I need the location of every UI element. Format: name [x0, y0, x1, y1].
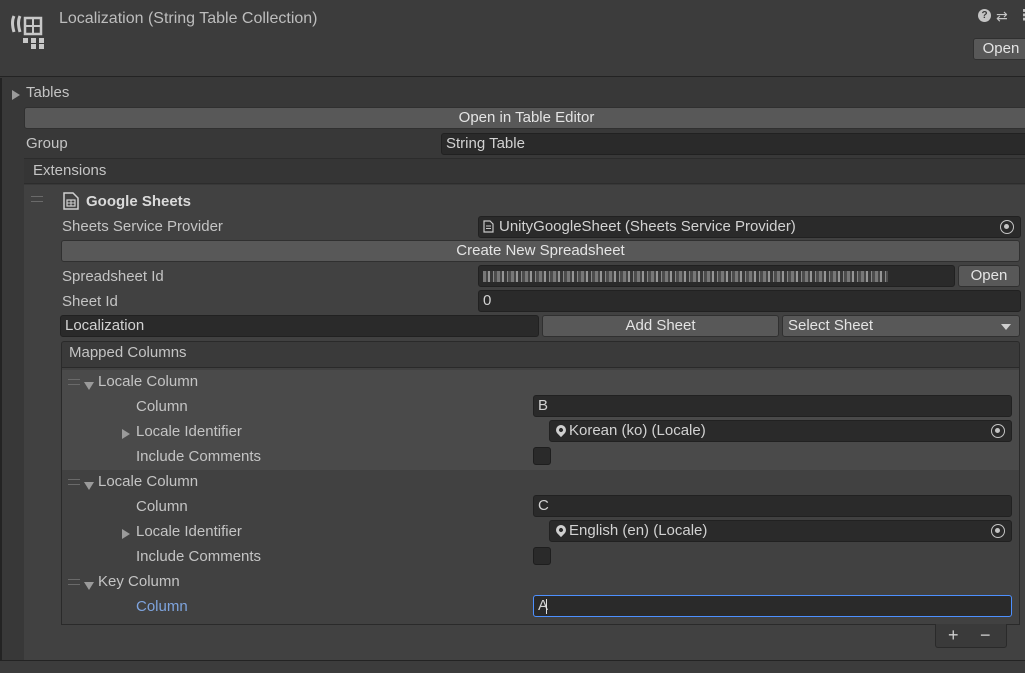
locale-identifier-label[interactable]: Locale Identifier — [136, 522, 242, 542]
object-picker-icon[interactable] — [1000, 220, 1014, 234]
include-comments-checkbox[interactable] — [533, 547, 551, 565]
google-sheets-icon — [63, 192, 79, 210]
column-label: Column — [136, 498, 188, 515]
spreadsheet-open-button[interactable]: Open — [958, 265, 1020, 287]
mapped-columns-header — [61, 341, 1020, 368]
tables-foldout-arrow-icon[interactable] — [12, 87, 20, 104]
add-element-button[interactable]: + — [948, 625, 959, 645]
locale-identifier-field[interactable]: Korean (ko) (Locale) — [549, 420, 1012, 442]
sheets-service-provider-label: Sheets Service Provider — [62, 218, 223, 235]
sheet-id-field[interactable]: 0 — [478, 290, 1021, 312]
include-comments-label: Include Comments — [136, 548, 262, 565]
left-border — [0, 78, 2, 661]
extension-drag-handle[interactable] — [31, 196, 43, 202]
create-new-spreadsheet-button[interactable]: Create New Spreadsheet — [61, 240, 1020, 262]
list-item-drag-handle[interactable] — [68, 579, 80, 585]
group-label: Group — [26, 135, 68, 152]
locale-column-label[interactable]: Locale Column — [98, 372, 198, 392]
include-comments-label: Include Comments — [136, 448, 262, 465]
locale-identifier-foldout-icon[interactable] — [122, 526, 130, 543]
chevron-down-icon — [1001, 324, 1011, 330]
key-column-label[interactable]: Key Column — [98, 572, 180, 592]
help-icon[interactable]: ? — [978, 9, 991, 22]
extensions-header — [24, 158, 1025, 184]
spreadsheet-id-label: Spreadsheet Id — [62, 268, 164, 285]
add-sheet-button[interactable]: Add Sheet — [542, 315, 779, 337]
column-field[interactable]: C — [533, 495, 1012, 517]
sheets-service-provider-field[interactable]: UnityGoogleSheet (Sheets Service Provide… — [478, 216, 1021, 238]
include-comments-checkbox[interactable] — [533, 447, 551, 465]
header-open-button[interactable]: Open — [973, 38, 1025, 60]
foldout-expanded-icon[interactable] — [84, 577, 94, 594]
sheet-id-label: Sheet Id — [62, 293, 118, 310]
object-picker-icon[interactable] — [991, 424, 1005, 438]
mapped-columns-title: Mapped Columns — [69, 344, 187, 361]
open-table-editor-button[interactable]: Open in Table Editor — [24, 107, 1025, 129]
list-footer — [935, 624, 1007, 648]
column-field[interactable]: B — [533, 395, 1012, 417]
new-sheet-name-field[interactable]: Localization — [60, 315, 539, 337]
foldout-expanded-icon[interactable] — [84, 477, 94, 494]
spreadsheet-id-field[interactable] — [478, 265, 955, 287]
preset-settings-icon[interactable]: ⇄ — [996, 6, 1008, 26]
list-item-drag-handle[interactable] — [68, 479, 80, 485]
object-picker-icon[interactable] — [991, 524, 1005, 538]
bottom-divider — [0, 660, 1025, 673]
google-sheets-title: Google Sheets — [86, 193, 192, 210]
spreadsheet-id-redacted — [483, 271, 888, 282]
localization-asset-icon — [11, 15, 44, 49]
text-cursor — [546, 599, 547, 614]
locale-identifier-field[interactable]: English (en) (Locale) — [549, 520, 1012, 542]
extensions-label: Extensions — [33, 162, 107, 179]
tables-foldout-label[interactable]: Tables — [26, 83, 69, 103]
script-file-icon — [483, 220, 494, 233]
select-sheet-dropdown[interactable]: Select Sheet — [782, 315, 1020, 337]
remove-element-button[interactable]: − — [980, 625, 991, 645]
locale-identifier-label[interactable]: Locale Identifier — [136, 422, 242, 442]
column-label-focused: Column — [136, 598, 188, 615]
group-field[interactable]: String Table — [441, 133, 1025, 155]
page-title: Localization (String Table Collection) — [59, 10, 318, 27]
context-menu-icon[interactable]: ⋮ — [1017, 6, 1025, 26]
column-field-focused[interactable]: A — [533, 595, 1012, 617]
locale-column-label[interactable]: Locale Column — [98, 472, 198, 492]
list-item-drag-handle[interactable] — [68, 379, 80, 385]
column-label: Column — [136, 398, 188, 415]
foldout-expanded-icon[interactable] — [84, 377, 94, 394]
locale-identifier-foldout-icon[interactable] — [122, 426, 130, 443]
header: Localization (String Table Collection) ?… — [0, 0, 1025, 77]
